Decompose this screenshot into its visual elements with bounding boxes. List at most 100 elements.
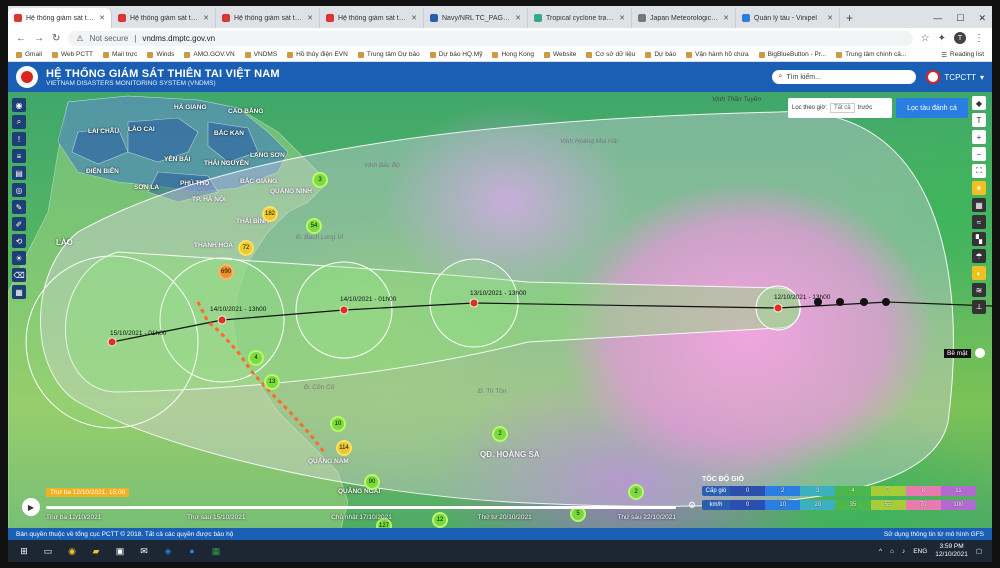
edit-icon[interactable]: ✐ <box>12 217 26 231</box>
station-cluster[interactable]: 690 <box>218 264 234 280</box>
menu-icon[interactable]: ⋮ <box>974 33 984 44</box>
star-icon[interactable]: ☆ <box>921 33 930 44</box>
bookmark[interactable]: Mail trực <box>103 51 137 58</box>
close-icon[interactable]: ✕ <box>515 14 521 22</box>
database-icon[interactable]: ◎ <box>12 183 26 197</box>
bookmark[interactable]: Winds <box>147 51 174 58</box>
wave-icon[interactable]: ≈ <box>972 215 986 229</box>
station-cluster[interactable]: 4 <box>248 350 264 366</box>
surface-toggle[interactable]: Bề mặt <box>944 348 985 358</box>
store-icon[interactable]: ▣ <box>114 545 126 557</box>
minimize-icon[interactable]: — <box>933 13 942 23</box>
mail-icon[interactable]: ✉ <box>138 545 150 557</box>
alert-icon[interactable]: ! <box>12 132 26 146</box>
bookmark[interactable]: AMO.GOV.VN <box>184 51 235 58</box>
maximize-icon[interactable]: ☐ <box>956 13 964 24</box>
bookmark[interactable]: Hồ thủy điện EVN <box>287 51 348 58</box>
reading-list[interactable]: ☰ Reading list <box>941 51 984 59</box>
browser-tab[interactable]: Quản lý tàu - Vinipel ✕ <box>736 8 840 28</box>
search-input[interactable]: ⌕ Tìm kiếm... <box>772 70 917 84</box>
bookmark[interactable]: VNDMS <box>244 51 277 58</box>
folder-icon[interactable]: ▰ <box>90 545 102 557</box>
document-icon[interactable]: ▤ <box>12 166 26 180</box>
close-icon[interactable]: ✕ <box>723 14 729 22</box>
browser-tab[interactable]: Hệ thống giám sát thiên tai✕ <box>320 8 424 28</box>
language-indicator[interactable]: ENG <box>913 548 927 555</box>
station-cluster[interactable]: 72 <box>238 240 254 256</box>
bookmark[interactable]: BigBlueButton - Pr... <box>758 51 826 58</box>
grid-icon[interactable]: ▦ <box>12 285 26 299</box>
task-view-icon[interactable]: ▭ <box>42 545 54 557</box>
notification-icon[interactable]: ▢ <box>976 547 982 555</box>
play-button[interactable]: ▶ <box>22 498 40 516</box>
zoom-in-icon[interactable]: + <box>972 130 986 144</box>
close-icon[interactable]: ✕ <box>203 14 209 22</box>
clock[interactable]: 3:59 PM 12/10/2021 <box>935 543 968 559</box>
excel-icon[interactable]: ▦ <box>210 545 222 557</box>
close-icon[interactable]: ✕ <box>99 14 105 22</box>
trash-icon[interactable]: ⌫ <box>12 268 26 282</box>
station-cluster[interactable]: 114 <box>336 440 352 456</box>
flood-icon[interactable]: ▚ <box>972 232 986 246</box>
browser-tab[interactable]: Navy/NRL TC_PAGES Page✕ <box>424 8 528 28</box>
map-canvas[interactable]: HÀ GIANG CAO BẰNG LÀO CAI BẮC KẠN LAI CH… <box>8 92 992 540</box>
bookmark[interactable]: Website <box>544 51 576 58</box>
station-cluster[interactable]: 3 <box>312 172 328 188</box>
user-menu[interactable]: TCPCTT ▾ <box>926 70 984 84</box>
weather-icon[interactable]: ☀ <box>12 251 26 265</box>
new-tab-button[interactable]: + <box>840 8 859 28</box>
browser-tab[interactable]: Japan Meteorological Agency✕ <box>632 8 736 28</box>
gear-icon[interactable]: ⚙ <box>688 500 696 511</box>
zoom-out-icon[interactable]: − <box>972 147 986 161</box>
browser-tab[interactable]: Hệ thống giám sát thiên tai✕ <box>216 8 320 28</box>
tools-icon[interactable]: ✎ <box>12 200 26 214</box>
sun-icon[interactable]: ☀ <box>972 181 986 195</box>
back-icon[interactable]: ← <box>16 33 26 44</box>
rain-icon[interactable]: ☂ <box>972 249 986 263</box>
station-cluster[interactable]: 54 <box>306 218 322 234</box>
volume-icon[interactable]: ♪ <box>902 548 905 555</box>
close-icon[interactable]: ✕ <box>827 14 833 22</box>
stack-icon[interactable]: ≡ <box>12 149 26 163</box>
measure-icon[interactable]: ⟲ <box>12 234 26 248</box>
layer-icon[interactable]: ▦ <box>972 198 986 212</box>
compass-icon[interactable]: ◆ <box>972 96 986 110</box>
terrain-icon[interactable]: T <box>972 113 986 127</box>
reload-icon[interactable]: ↻ <box>52 33 60 44</box>
bookmark[interactable]: Trung tâm Dự báo <box>357 51 420 58</box>
close-icon[interactable]: ✕ <box>619 14 625 22</box>
tray-chevron-icon[interactable]: ^ <box>879 548 882 555</box>
ruler-icon[interactable]: ⟂ <box>972 300 986 314</box>
bookmark[interactable]: Hong Kong <box>492 51 534 58</box>
timeline-slider[interactable] <box>46 506 676 509</box>
bookmark[interactable]: Vận hành hồ chứa <box>686 51 749 58</box>
bookmark[interactable]: Dự báo <box>645 51 676 58</box>
bookmark[interactable]: Trung tâm chính cả... <box>836 51 906 58</box>
bookmark[interactable]: Cơ sở dữ liệu <box>586 51 635 58</box>
zoom-search-icon[interactable]: ⌕ <box>12 115 26 129</box>
browser-tab[interactable]: Hệ thống giám sát thiên tai✕ <box>112 8 216 28</box>
station-cluster[interactable]: 2 <box>492 426 508 442</box>
zalo-icon[interactable]: ● <box>186 545 198 557</box>
teamviewer-icon[interactable]: ◈ <box>162 545 174 557</box>
forward-icon[interactable]: → <box>34 33 44 44</box>
bookmark[interactable]: Web PCTT <box>51 51 93 58</box>
profile-avatar[interactable]: T <box>954 32 966 44</box>
url-field[interactable]: ⚠ Not secure | vndms.dmptc.gov.vn <box>68 30 913 46</box>
layers-icon[interactable]: ◉ <box>12 98 26 112</box>
extensions-icon[interactable]: ✦ <box>938 33 946 44</box>
chrome-icon[interactable]: ◉ <box>66 545 78 557</box>
station-cluster[interactable]: 13 <box>264 374 280 390</box>
fullscreen-icon[interactable]: ⛶ <box>972 164 986 178</box>
hour-filter-select[interactable]: Tất cả <box>829 103 855 113</box>
bookmark[interactable]: Gmail <box>16 51 42 58</box>
close-icon[interactable]: ✕ <box>307 14 313 22</box>
network-icon[interactable]: ⌂ <box>890 548 894 555</box>
browser-tab[interactable]: Tropical cyclone track info✕ <box>528 8 632 28</box>
station-cluster[interactable]: 10 <box>330 416 346 432</box>
wind-icon[interactable]: ≋ <box>972 283 986 297</box>
close-window-icon[interactable]: ✕ <box>978 13 986 24</box>
start-icon[interactable]: ⊞ <box>18 545 30 557</box>
station-cluster[interactable]: 182 <box>262 206 278 222</box>
browser-tab[interactable]: Hệ thống giám sát thiên tai✕ <box>8 8 112 28</box>
